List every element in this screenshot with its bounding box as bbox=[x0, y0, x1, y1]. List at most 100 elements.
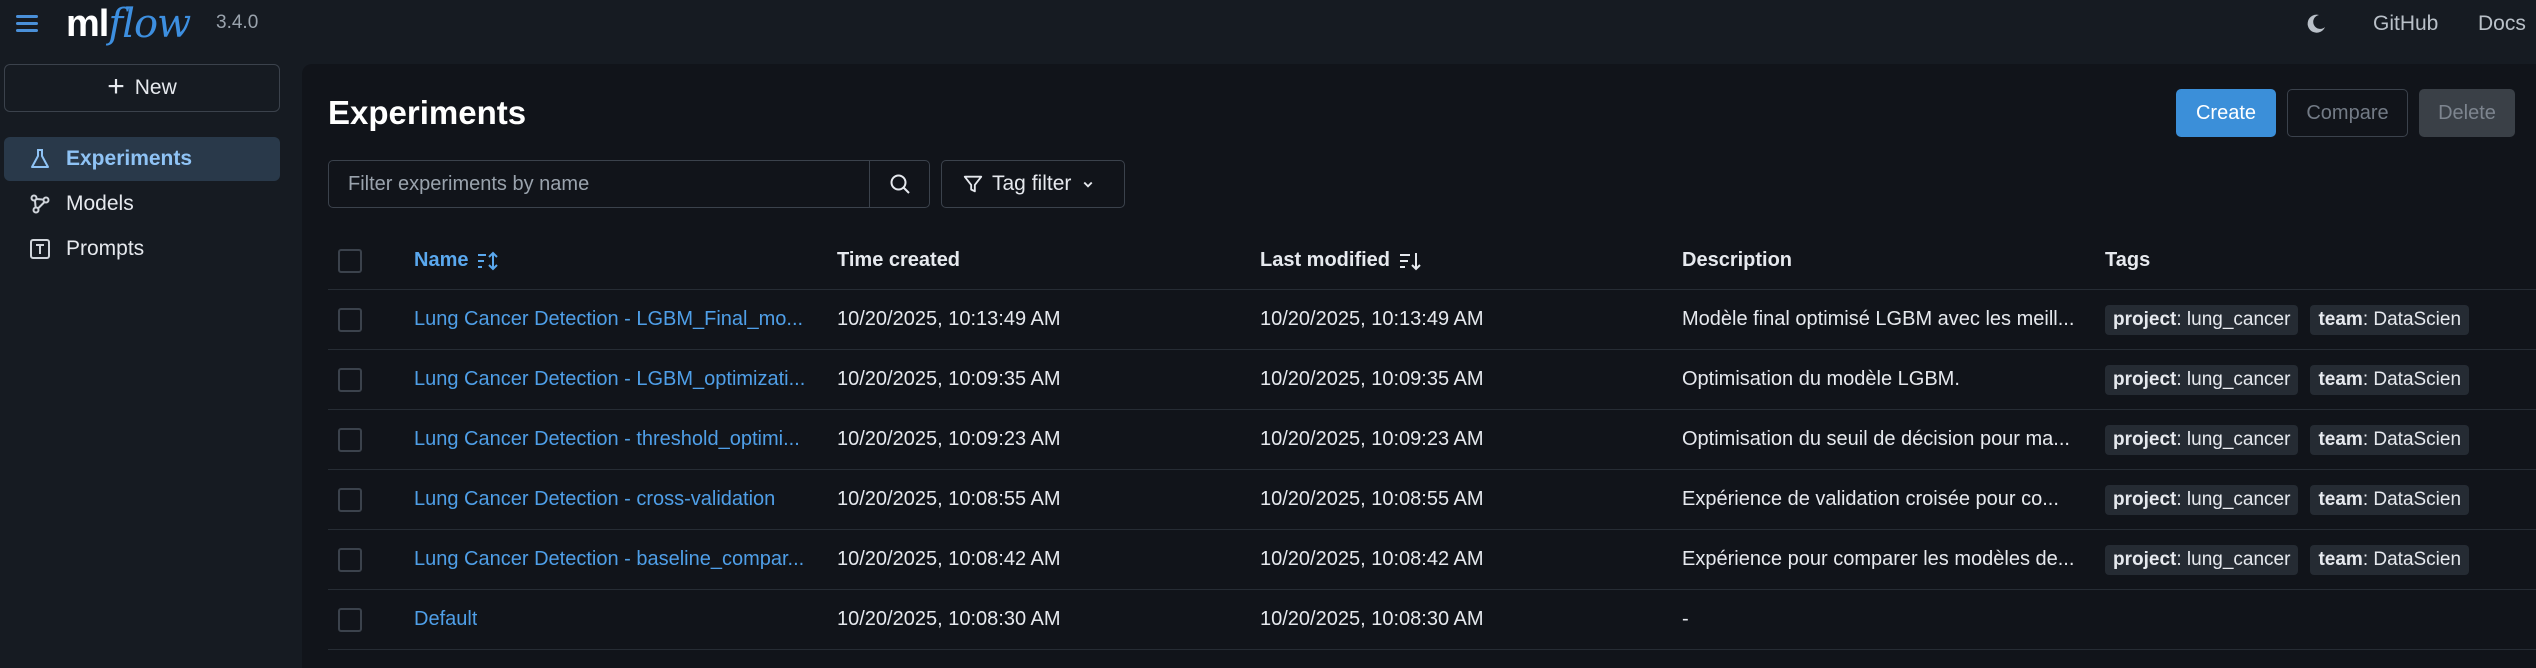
search-input[interactable] bbox=[329, 161, 869, 207]
plus-icon: + bbox=[107, 69, 125, 103]
table-row: Lung Cancer Detection - cross-validation… bbox=[328, 470, 2536, 530]
tag-key: team bbox=[2318, 308, 2363, 330]
tag-chip[interactable]: team: DataScien bbox=[2310, 424, 2470, 455]
tag-chip[interactable]: team: DataScien bbox=[2310, 304, 2470, 335]
compare-button[interactable]: Compare bbox=[2287, 89, 2408, 137]
main-panel: Experiments Create Compare Delete Tag fi… bbox=[302, 64, 2536, 668]
description-cell: Optimisation du modèle LGBM. bbox=[1682, 368, 1960, 390]
table-row: Lung Cancer Detection - LGBM_optimizati.… bbox=[328, 350, 2536, 410]
sort-descending-icon[interactable] bbox=[1398, 250, 1424, 272]
tag-chip[interactable]: team: DataScien bbox=[2310, 484, 2470, 515]
tag-value: DataScien bbox=[2373, 548, 2462, 570]
tag-chip[interactable]: project: lung_cancer bbox=[2105, 304, 2299, 335]
tag-chip[interactable]: project: lung_cancer bbox=[2105, 424, 2299, 455]
tag-key: team bbox=[2318, 488, 2363, 510]
sidebar-item-experiments[interactable]: Experiments bbox=[4, 137, 280, 181]
page-title: Experiments bbox=[328, 94, 527, 131]
experiment-name-link[interactable]: Lung Cancer Detection - LGBM_optimizati.… bbox=[414, 368, 805, 391]
last-modified-cell: 10/20/2025, 10:08:42 AM bbox=[1260, 548, 1484, 570]
logo-flow: flow bbox=[108, 1, 191, 47]
docs-link[interactable]: Docs bbox=[2478, 12, 2526, 36]
experiments-table: Name Time created Last modified Descript… bbox=[328, 232, 2536, 650]
row-checkbox[interactable] bbox=[338, 547, 362, 572]
tags-cell: project: lung_cancer team: DataScien bbox=[2105, 410, 2525, 469]
tag-value: DataScien bbox=[2373, 308, 2462, 330]
row-checkbox[interactable] bbox=[338, 487, 362, 512]
search-icon bbox=[890, 174, 910, 194]
tags-cell: project: lung_cancer team: DataScien bbox=[2105, 470, 2525, 529]
tag-value: DataScien bbox=[2373, 488, 2462, 510]
chevron-down-icon bbox=[1083, 181, 1093, 188]
last-modified-cell: 10/20/2025, 10:13:49 AM bbox=[1260, 308, 1484, 330]
sidebar: + New Experiments Models Prompts bbox=[0, 48, 294, 668]
time-created-cell: 10/20/2025, 10:09:23 AM bbox=[837, 428, 1061, 450]
tag-key: project bbox=[2113, 548, 2177, 570]
menu-icon[interactable] bbox=[14, 10, 40, 36]
sidebar-item-label: Prompts bbox=[66, 237, 145, 260]
experiment-name-link[interactable]: Lung Cancer Detection - LGBM_Final_mo... bbox=[414, 308, 803, 331]
last-modified-cell: 10/20/2025, 10:09:35 AM bbox=[1260, 368, 1484, 390]
tag-filter-label: Tag filter bbox=[992, 172, 1072, 195]
row-checkbox[interactable] bbox=[338, 607, 362, 632]
tag-key: team bbox=[2318, 428, 2363, 450]
description-cell: Modèle final optimisé LGBM avec les meil… bbox=[1682, 308, 2075, 330]
select-all-checkbox[interactable] bbox=[338, 248, 362, 273]
column-header-last-modified[interactable]: Last modified bbox=[1260, 232, 1660, 289]
prompt-icon bbox=[30, 239, 50, 259]
tag-key: project bbox=[2113, 308, 2177, 330]
search-button[interactable] bbox=[869, 161, 929, 207]
row-checkbox[interactable] bbox=[338, 427, 362, 452]
tag-filter-button[interactable]: Tag filter bbox=[941, 160, 1125, 208]
column-header-name[interactable]: Name bbox=[414, 232, 814, 289]
sidebar-item-prompts[interactable]: Prompts bbox=[4, 227, 280, 271]
sort-icon[interactable] bbox=[476, 250, 502, 272]
tags-cell: project: lung_cancer team: DataScien bbox=[2105, 290, 2525, 349]
create-button[interactable]: Create bbox=[2176, 89, 2276, 137]
github-link[interactable]: GitHub bbox=[2373, 12, 2438, 36]
filter-icon bbox=[963, 175, 983, 193]
beaker-icon bbox=[31, 149, 49, 168]
table-row: Lung Cancer Detection - baseline_compar.… bbox=[328, 530, 2536, 590]
column-header-description: Description bbox=[1682, 249, 1793, 271]
row-checkbox[interactable] bbox=[338, 367, 362, 392]
time-created-cell: 10/20/2025, 10:13:49 AM bbox=[837, 308, 1061, 330]
tag-chip[interactable]: project: lung_cancer bbox=[2105, 484, 2299, 515]
version-label: 3.4.0 bbox=[216, 12, 259, 33]
tag-value: lung_cancer bbox=[2186, 548, 2291, 570]
tags-cell: project: lung_cancer team: DataScien bbox=[2105, 530, 2525, 589]
description-cell: Expérience de validation croisée pour co… bbox=[1682, 488, 2059, 510]
delete-button[interactable]: Delete bbox=[2419, 89, 2515, 137]
tag-value: lung_cancer bbox=[2186, 428, 2291, 450]
sidebar-item-models[interactable]: Models bbox=[4, 182, 280, 226]
tag-chip[interactable]: team: DataScien bbox=[2310, 364, 2470, 395]
tag-chip[interactable]: team: DataScien bbox=[2310, 544, 2470, 575]
tag-chip[interactable]: project: lung_cancer bbox=[2105, 544, 2299, 575]
tag-value: DataScien bbox=[2373, 368, 2462, 390]
row-checkbox[interactable] bbox=[338, 307, 362, 332]
column-header-time-created[interactable]: Time created bbox=[837, 232, 1237, 289]
experiment-name-link[interactable]: Default bbox=[414, 608, 477, 631]
mlflow-logo[interactable]: ml flow bbox=[66, 1, 191, 47]
last-modified-cell: 10/20/2025, 10:09:23 AM bbox=[1260, 428, 1484, 450]
tags-cell: project: lung_cancer team: DataScien bbox=[2105, 350, 2525, 409]
logo-ml: ml bbox=[66, 3, 109, 45]
time-created-cell: 10/20/2025, 10:08:55 AM bbox=[837, 488, 1061, 510]
moon-icon[interactable] bbox=[2304, 12, 2328, 36]
experiment-name-link[interactable]: Lung Cancer Detection - baseline_compar.… bbox=[414, 548, 804, 571]
tag-key: team bbox=[2318, 548, 2363, 570]
tag-key: project bbox=[2113, 368, 2177, 390]
experiment-name-link[interactable]: Lung Cancer Detection - threshold_optimi… bbox=[414, 428, 800, 451]
experiment-name-link[interactable]: Lung Cancer Detection - cross-validation bbox=[414, 488, 775, 511]
last-modified-cell: 10/20/2025, 10:08:55 AM bbox=[1260, 488, 1484, 510]
column-header-last-modified-label: Last modified bbox=[1260, 249, 1391, 271]
last-modified-cell: 10/20/2025, 10:08:30 AM bbox=[1260, 608, 1484, 630]
description-cell: - bbox=[1682, 608, 1689, 630]
tag-value: lung_cancer bbox=[2186, 308, 2291, 330]
description-cell: Optimisation du seuil de décision pour m… bbox=[1682, 428, 2070, 450]
tag-chip[interactable]: project: lung_cancer bbox=[2105, 364, 2299, 395]
table-header: Name Time created Last modified Descript… bbox=[328, 232, 2536, 290]
column-header-tags: Tags bbox=[2105, 249, 2151, 271]
description-cell: Expérience pour comparer les modèles de.… bbox=[1682, 548, 2075, 570]
top-bar: ml flow 3.4.0 GitHub Docs bbox=[0, 0, 2536, 48]
new-button[interactable]: + New bbox=[4, 64, 280, 112]
